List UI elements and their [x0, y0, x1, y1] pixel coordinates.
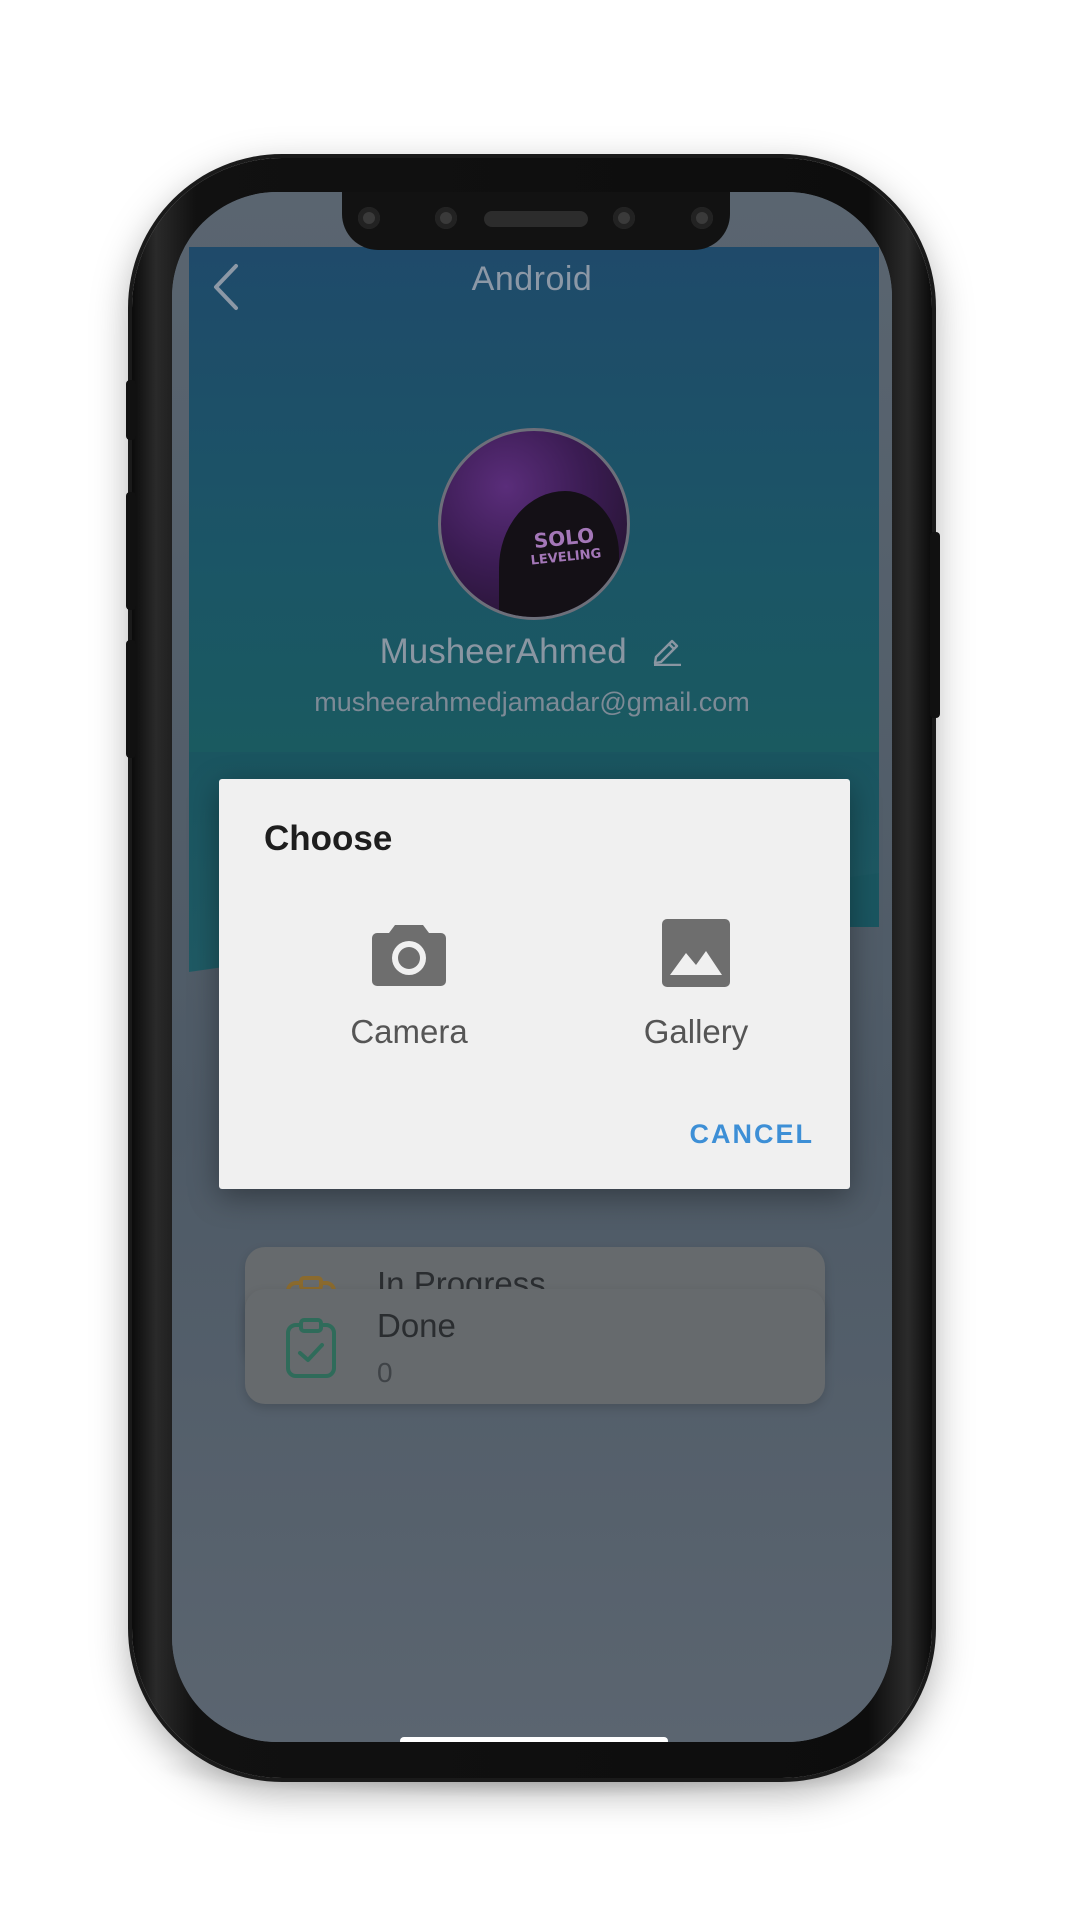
- clipboard-check-icon: [286, 1318, 336, 1378]
- profile-name: MusheerAhmed: [379, 632, 627, 671]
- sensor-dot: [358, 207, 380, 229]
- profile-name-row: MusheerAhmed: [172, 632, 892, 672]
- gallery-option[interactable]: Gallery: [596, 919, 796, 1051]
- cancel-button[interactable]: CANCEL: [690, 1119, 815, 1150]
- dialog-title: Choose: [264, 819, 393, 858]
- volume-up-button: [126, 492, 136, 610]
- image-icon: [662, 919, 730, 987]
- choose-dialog: Choose Camera Gallery CANCEL: [219, 779, 850, 1189]
- front-camera: [435, 207, 457, 229]
- avatar[interactable]: SOLO LEVELING: [438, 428, 630, 620]
- task-card-count: 0: [377, 1357, 393, 1388]
- mute-switch: [126, 380, 136, 440]
- edit-pencil-icon[interactable]: [650, 632, 684, 666]
- earpiece-speaker: [484, 211, 588, 227]
- power-button: [930, 532, 940, 718]
- home-indicator[interactable]: [400, 1737, 668, 1742]
- camera-option[interactable]: Camera: [309, 919, 509, 1051]
- phone-notch: [342, 192, 730, 250]
- app-bar-title: Android: [471, 260, 593, 298]
- profile-email: musheerahmedjamadar@gmail.com: [314, 687, 750, 717]
- camera-option-label: Camera: [350, 1013, 468, 1050]
- sensor-dot: [613, 207, 635, 229]
- proximity-sensor: [691, 207, 713, 229]
- task-card-done[interactable]: Done 0: [245, 1289, 825, 1404]
- volume-down-button: [126, 640, 136, 758]
- camera-icon: [372, 925, 446, 986]
- task-card-label: Done: [377, 1307, 456, 1344]
- gallery-option-label: Gallery: [643, 1013, 749, 1050]
